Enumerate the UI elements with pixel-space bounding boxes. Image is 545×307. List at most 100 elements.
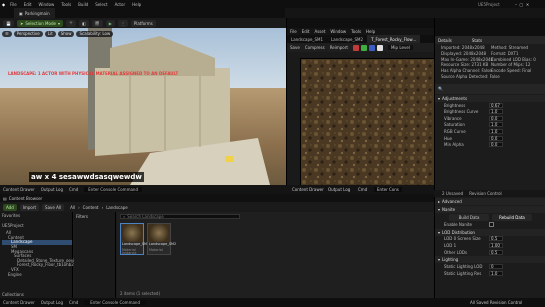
lod-section[interactable]: ▾ LOD Distribution (435, 228, 545, 236)
tex-status-console[interactable]: Enter Cons (374, 187, 402, 192)
cmd-button[interactable]: Cmd (69, 300, 78, 305)
revision-control-button[interactable]: Revision Control (469, 191, 501, 196)
scalability-button[interactable]: Scalability: Low (76, 30, 114, 37)
property-value[interactable]: 1.0 (489, 109, 503, 115)
level-viewport[interactable]: ☰ Perspective Lit Show Scalability: Low … (0, 28, 286, 185)
menu-window[interactable]: Window (39, 2, 55, 7)
tab-landscape-sm2[interactable]: Landscape_SM2 (327, 35, 367, 43)
console-input[interactable]: Enter Console Command (84, 187, 142, 192)
filters-label[interactable]: Filters (76, 214, 113, 219)
channel-a-toggle[interactable] (376, 44, 383, 51)
lit-button[interactable]: Lit (44, 30, 56, 37)
asset-search-input[interactable]: ⌕ Search Landscape (120, 214, 240, 219)
stats-tab[interactable]: Stats (472, 38, 482, 43)
save-button[interactable]: 💾 (3, 19, 14, 27)
viewport-menu-button[interactable]: ☰ (2, 30, 12, 37)
level-tab[interactable]: ▣ Parkingmain (14, 8, 55, 18)
cmd-button[interactable]: Cmd (69, 187, 78, 192)
tex-menu-asset[interactable]: Asset (314, 29, 325, 34)
asset-view: ⌕ Search Landscape Landscape_SM1 Materia… (117, 212, 434, 298)
texture-preview[interactable] (300, 58, 436, 203)
advanced-section[interactable]: ▸ Advanced (435, 198, 545, 205)
menu-file[interactable]: File (10, 2, 17, 7)
channel-b-toggle[interactable] (368, 44, 375, 51)
enable-nanite-checkbox[interactable] (489, 221, 494, 227)
menu-tools[interactable]: Tools (61, 2, 71, 7)
menu-help[interactable]: Help (132, 2, 141, 7)
console-input[interactable]: Enter Console Command (84, 300, 146, 305)
details-search[interactable]: 🔍 (435, 83, 545, 94)
rebuild-data-button[interactable]: Rebuild Data (492, 213, 532, 221)
property-value[interactable]: 1.0 (489, 122, 503, 128)
favorites-header[interactable]: Favorites (2, 213, 72, 219)
import-button[interactable]: Import (19, 203, 40, 211)
breadcrumb-content[interactable]: Content (83, 205, 99, 210)
property-value[interactable]: 0.5 (489, 236, 503, 242)
window-controls[interactable]: – ▢ ✕ (515, 2, 529, 7)
property-value[interactable]: 0.0 (489, 115, 503, 121)
perspective-button[interactable]: Perspective (13, 30, 43, 37)
details-tab[interactable]: Details (438, 38, 452, 43)
output-log-button[interactable]: Output Log (41, 300, 63, 305)
tex-menu-tools[interactable]: Tools (351, 29, 361, 34)
tex-save-button[interactable]: Save (290, 45, 300, 50)
asset-tile[interactable]: Landscape_SM2 Material (147, 223, 176, 255)
tex-reimport-button[interactable]: Reimport (330, 45, 348, 50)
save-status[interactable]: All Saved Revision Control (470, 300, 522, 305)
adjustments-section[interactable]: ▾ Adjustments (435, 94, 545, 102)
property-value[interactable]: 0 (489, 264, 503, 270)
section-label: Nanite (442, 207, 456, 212)
play-button[interactable]: ▶ (105, 19, 115, 27)
tab-landscape-sm1[interactable]: Landscape_SM1 (287, 35, 327, 43)
unsaved-indicator[interactable]: 2 Unsaved (442, 191, 463, 196)
content-drawer-button[interactable]: Content Drawer (3, 187, 35, 192)
property-value[interactable]: 0.0 (489, 142, 503, 148)
play-options-button[interactable]: ⋮ (117, 19, 128, 27)
property-row: Static Lighting LOD 0 (435, 263, 545, 270)
tex-status-content-drawer[interactable]: Content Drawer (292, 187, 324, 192)
project-header[interactable]: UE5Project (2, 223, 72, 229)
show-button[interactable]: Show (57, 30, 75, 37)
nanite-section[interactable]: ▾ Nanite (435, 206, 545, 213)
platforms-button[interactable]: Platforms (130, 19, 156, 27)
tab-label: Landscape_SM1 (291, 36, 324, 42)
property-value[interactable]: 0.5 (489, 249, 503, 255)
menu-edit[interactable]: Edit (24, 2, 32, 7)
tex-menu-file[interactable]: File (290, 29, 297, 34)
tex-menu-edit[interactable]: Edit (302, 29, 310, 34)
tex-status-cmd[interactable]: Cmd (358, 187, 367, 192)
property-value[interactable]: 1.0 (489, 128, 503, 134)
property-value[interactable]: 0.0 (489, 135, 503, 141)
menu-build[interactable]: Build (78, 2, 88, 7)
unreal-logo-icon[interactable]: ◆ (2, 2, 5, 7)
tab-texture[interactable]: T_Forest_Rocky_Flow... (367, 35, 421, 43)
content-drawer-button[interactable]: Content Drawer (3, 300, 35, 305)
breadcrumb-landscape[interactable]: Landscape (106, 205, 128, 210)
selection-mode-button[interactable]: ➤ Selection Mode ▾ (16, 19, 63, 27)
property-value[interactable]: 1.00 (489, 242, 503, 248)
menu-select[interactable]: Select (95, 2, 107, 7)
property-value[interactable]: 0.67 (489, 102, 503, 108)
asset-tile[interactable]: Landscape_SM1 Material Instance (120, 223, 149, 255)
add-actor-button[interactable]: ＋ (65, 19, 76, 27)
output-log-button[interactable]: Output Log (41, 187, 63, 192)
cinematics-button[interactable]: 🎬 (91, 19, 103, 27)
lighting-section[interactable]: ▾ Lighting (435, 256, 545, 264)
menu-actor[interactable]: Actor (115, 2, 126, 7)
tex-menu-help[interactable]: Help (366, 29, 375, 34)
mip-level-select[interactable]: Mip Level (387, 45, 413, 50)
channel-r-toggle[interactable] (352, 44, 359, 51)
tree-item-engine[interactable]: Engine (2, 272, 72, 278)
breadcrumb-all[interactable]: All (70, 205, 75, 210)
tex-status-output-log[interactable]: Output Log (328, 187, 350, 192)
build-data-button[interactable]: Build Data (449, 213, 489, 221)
property-value[interactable]: 1.0 (489, 270, 503, 276)
property-label: Hue (444, 135, 453, 141)
add-button[interactable]: Add (3, 203, 17, 211)
blueprint-button[interactable]: ◧ (78, 19, 89, 27)
tex-menu-window[interactable]: Window (330, 29, 346, 34)
property-row: RGB Curve 1.0 (435, 128, 545, 135)
channel-g-toggle[interactable] (360, 44, 367, 51)
tex-compress-button[interactable]: Compress (305, 45, 325, 50)
save-all-button[interactable]: Save All (42, 203, 65, 211)
